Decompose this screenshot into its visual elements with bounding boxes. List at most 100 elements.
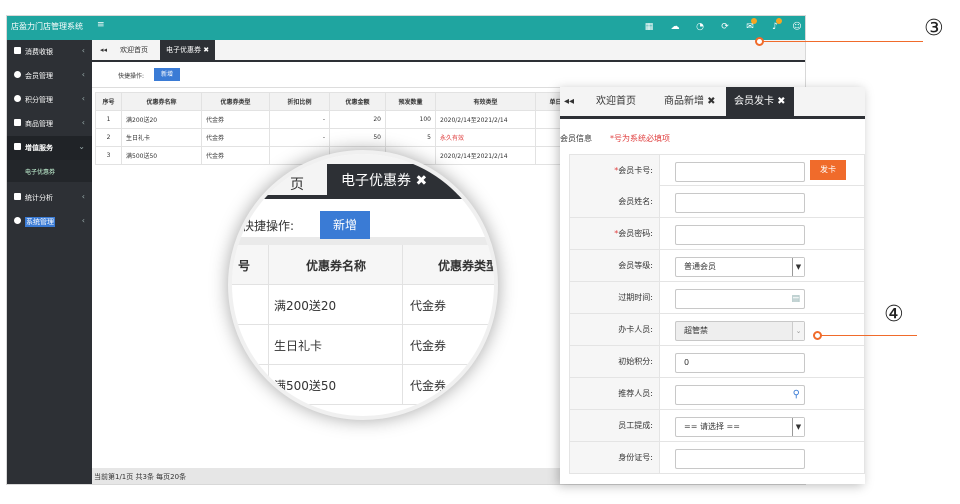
sidebar-item-members[interactable]: 会员管理 ‹ bbox=[7, 64, 92, 88]
password-input[interactable] bbox=[675, 225, 805, 245]
app-title: 店盈力门店管理系统 bbox=[11, 22, 83, 31]
field-label: 身份证号: bbox=[570, 442, 660, 473]
member-level-select[interactable]: 普通会员 ▼ bbox=[675, 257, 805, 277]
top-bar: 店盈力门店管理系统 ≡ ▦ ☁ ◔ ⟳ ✉ ♪ ☺ bbox=[7, 16, 805, 40]
tab-bar: ◂◂ 欢迎首页 电子优惠券 ✖ bbox=[92, 40, 805, 62]
select-value: == 请选择 == bbox=[684, 422, 740, 431]
member-icon bbox=[14, 71, 21, 78]
search-icon[interactable]: ⚲ bbox=[793, 386, 800, 404]
zoom-table-header: 号 优惠券名称 优惠券类型 bbox=[232, 245, 498, 285]
chevron-left-icon: ‹ bbox=[81, 192, 85, 201]
zoom-column-header: 优惠券类型 bbox=[438, 259, 498, 273]
zoom-table-row: 满200送20 代金券 bbox=[232, 285, 494, 325]
grid-icon[interactable]: ▦ bbox=[644, 22, 654, 32]
settings-icon bbox=[14, 217, 21, 224]
initial-points-input[interactable]: 0 bbox=[675, 353, 805, 373]
goods-icon bbox=[14, 119, 21, 126]
user-icon[interactable]: ☺ bbox=[792, 22, 802, 32]
sidebar: 消费收银 ‹ 会员管理 ‹ 积分管理 ‹ 商品管理 ‹ 增值服务 ⌄ 电子优惠券 bbox=[7, 40, 92, 484]
zoom-column-header: 号 bbox=[238, 259, 251, 273]
sidebar-item-value-added[interactable]: 增值服务 ⌄ bbox=[7, 136, 92, 160]
clock-icon[interactable]: ◔ bbox=[695, 22, 705, 32]
zoom-cell: 代金券 bbox=[410, 379, 447, 393]
column-header: 预发数量 bbox=[385, 92, 436, 111]
member-name-input[interactable] bbox=[675, 193, 805, 213]
form-row-commission: 员工提成: == 请选择 == ▼ bbox=[569, 410, 865, 442]
required-hint: *号为系统必填项 bbox=[610, 134, 670, 143]
zoom-divider bbox=[268, 285, 269, 325]
zoom-tab-bar: 页 电子优惠券 ✖ bbox=[232, 154, 494, 199]
cell: 50 bbox=[329, 128, 386, 147]
sidebar-item-points[interactable]: 积分管理 ‹ bbox=[7, 88, 92, 112]
sidebar-item-goods[interactable]: 商品管理 ‹ bbox=[7, 112, 92, 136]
form-row-id-number: 身份证号: bbox=[569, 442, 865, 474]
zoom-cell: 满200送20 bbox=[274, 299, 337, 313]
sidebar-item-statistics[interactable]: 统计分析 ‹ bbox=[7, 186, 92, 210]
zoom-cell: 代金券 bbox=[410, 299, 447, 313]
sidebar-item-system[interactable]: 系统管理 ‹ bbox=[7, 210, 92, 234]
card-number-input[interactable] bbox=[675, 162, 805, 182]
chevron-left-icon: ‹ bbox=[81, 46, 85, 55]
cell: 3 bbox=[95, 146, 122, 165]
tab-scroll-back-button[interactable]: ◂◂ bbox=[94, 40, 113, 60]
form-row-expiry: 过期时间: ▤ bbox=[569, 282, 865, 314]
zoom-cell: 生日礼卡 bbox=[274, 339, 323, 353]
table-row[interactable]: 1 满200送20 代金券 - 20 100 2020/2/14至2021/2/… bbox=[95, 110, 576, 129]
chevron-down-icon: ⌄ bbox=[78, 142, 85, 151]
calendar-icon[interactable]: ▤ bbox=[791, 290, 800, 308]
zoom-divider bbox=[268, 245, 269, 285]
sidebar-item-cashier[interactable]: 消费收银 ‹ bbox=[7, 40, 92, 64]
tab-coupon[interactable]: 电子优惠券 ✖ bbox=[160, 40, 216, 60]
zoom-table-row: 生日礼卡 代金券 bbox=[232, 325, 494, 365]
cloud-icon[interactable]: ☁ bbox=[670, 22, 680, 32]
form-row-level: 会员等级: 普通会员 ▼ bbox=[569, 250, 865, 282]
select-value: 超管禁 bbox=[684, 326, 708, 335]
panel-tab-member-card[interactable]: 会员发卡 ✖ bbox=[726, 87, 794, 116]
chevron-left-icon: ‹ bbox=[81, 118, 85, 127]
cell: 永久有效 bbox=[435, 128, 536, 147]
cell: 满200送20 bbox=[121, 110, 202, 129]
mail-badge bbox=[751, 18, 757, 24]
sidebar-subitem-coupon[interactable]: 电子优惠券 bbox=[7, 160, 92, 182]
panel-tab-goods-add[interactable]: 商品新增 ✖ bbox=[664, 87, 716, 116]
field-label: 会员等级: bbox=[570, 250, 660, 281]
field-label: 过期时间: bbox=[570, 282, 660, 313]
id-number-input[interactable] bbox=[675, 449, 805, 469]
panel-tab-home[interactable]: 欢迎首页 bbox=[596, 87, 636, 116]
cell: 2 bbox=[95, 128, 122, 147]
cell: 2020/2/14至2021/2/14 bbox=[435, 110, 536, 129]
sidebar-subitem-label: 电子优惠券 bbox=[25, 169, 56, 176]
zoom-prev-tab: 页 bbox=[290, 177, 304, 193]
refresh-icon[interactable]: ⟳ bbox=[720, 22, 730, 32]
cashier-icon bbox=[14, 47, 21, 54]
tab-home[interactable]: 欢迎首页 bbox=[114, 40, 154, 60]
chevron-left-icon: ‹ bbox=[81, 216, 85, 225]
issue-card-button[interactable]: 发卡 bbox=[810, 160, 846, 180]
expiry-date-input[interactable]: ▤ bbox=[675, 289, 805, 309]
chevron-left-icon: ‹ bbox=[81, 94, 85, 103]
form-row-operator: 办卡人员: 超管禁 ⌄ bbox=[569, 314, 865, 346]
zoom-divider bbox=[402, 325, 403, 365]
zoom-tab-coupon: 电子优惠券 ✖ bbox=[327, 164, 467, 199]
field-label: 办卡人员: bbox=[570, 314, 660, 345]
field-label: *会员密码: bbox=[570, 218, 660, 249]
sidebar-item-label: 商品管理 bbox=[25, 120, 53, 128]
sidebar-item-label: 会员管理 bbox=[25, 72, 53, 80]
value-added-icon bbox=[14, 143, 21, 150]
add-button[interactable]: 新增 bbox=[154, 68, 180, 81]
table-row[interactable]: 2 生日礼卡 代金券 - 50 5 永久有效 bbox=[95, 128, 576, 147]
cell: 代金券 bbox=[201, 128, 270, 147]
sidebar-item-label: 统计分析 bbox=[25, 194, 53, 202]
sidebar-item-label: 增值服务 bbox=[25, 144, 53, 152]
column-header: 优惠券名称 bbox=[121, 92, 202, 111]
dropdown-arrow-icon: ▼ bbox=[792, 258, 804, 276]
zoom-quick-actions: 快捷操作: 新增 bbox=[232, 203, 494, 245]
operator-select[interactable]: 超管禁 ⌄ bbox=[675, 321, 805, 341]
form-row-member-name: 会员姓名: bbox=[569, 186, 865, 218]
referrer-input[interactable]: ⚲ bbox=[675, 385, 805, 405]
field-label: 初始积分: bbox=[570, 346, 660, 377]
cell: - bbox=[269, 128, 330, 147]
menu-toggle-button[interactable]: ≡ bbox=[97, 20, 105, 30]
commission-select[interactable]: == 请选择 == ▼ bbox=[675, 417, 805, 437]
panel-tab-back-button[interactable]: ◂◂ bbox=[564, 87, 574, 116]
